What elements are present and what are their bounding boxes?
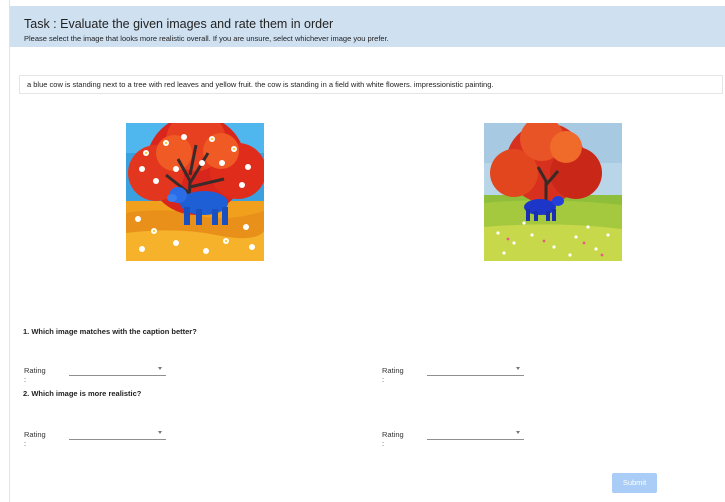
question-caption-match: 1. Which image matches with the caption …	[23, 327, 197, 336]
rating-label: Rating :	[24, 366, 46, 384]
rating-label: Rating :	[382, 366, 404, 384]
painting-left	[126, 123, 264, 261]
task-instructions: Please select the image that looks more …	[24, 34, 389, 43]
evaluation-page: Task : Evaluate the given images and rat…	[0, 0, 725, 502]
question-realism: 2. Which image is more realistic?	[23, 389, 142, 398]
rating-label: Rating :	[382, 430, 404, 448]
rating-label: Rating :	[24, 430, 46, 448]
chevron-down-icon	[158, 367, 162, 370]
chevron-down-icon	[158, 431, 162, 434]
caption-text: a blue cow is standing next to a tree wi…	[19, 75, 723, 94]
submit-button[interactable]: Submit	[612, 473, 657, 493]
painting-right	[484, 123, 622, 261]
task-header: Task : Evaluate the given images and rat…	[10, 6, 725, 47]
rating-select-q1-right[interactable]	[427, 362, 524, 376]
chevron-down-icon	[516, 367, 520, 370]
task-title: Task : Evaluate the given images and rat…	[24, 17, 334, 31]
left-border	[9, 0, 10, 502]
chevron-down-icon	[516, 431, 520, 434]
rating-select-q1-left[interactable]	[69, 362, 166, 376]
rating-select-q2-right[interactable]	[427, 426, 524, 440]
rating-select-q2-left[interactable]	[69, 426, 166, 440]
